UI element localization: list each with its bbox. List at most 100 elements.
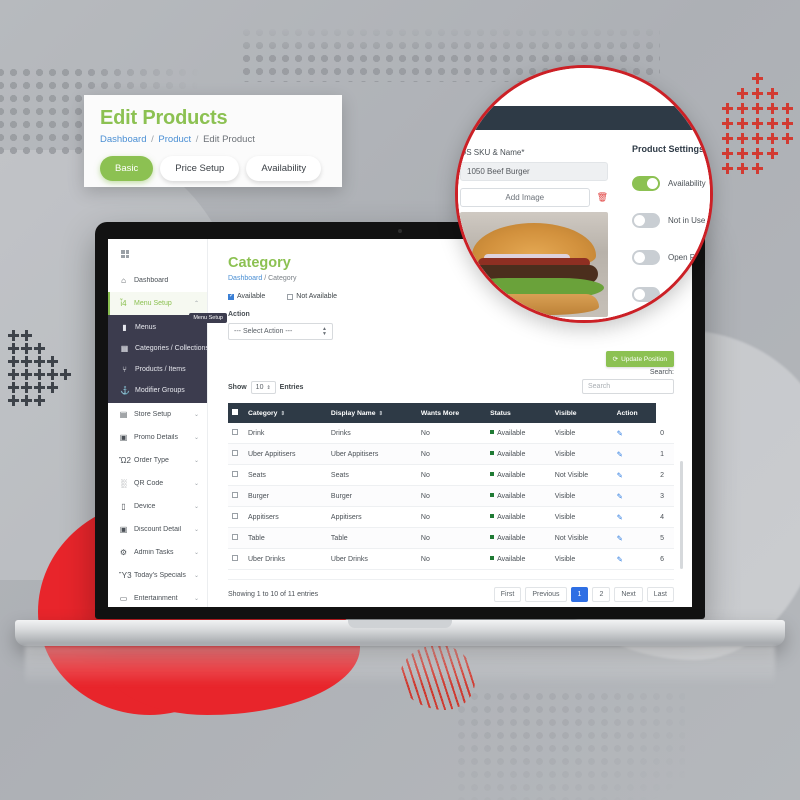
column-action[interactable]: Action <box>612 403 657 423</box>
submenu-item-products-items[interactable]: ⑂ Products / Items <box>108 359 207 380</box>
breadcrumb-product-link[interactable]: Product <box>158 134 191 145</box>
pagination-previous[interactable]: Previous <box>525 587 567 602</box>
pagination-first[interactable]: First <box>493 587 522 602</box>
sidebar-item-label: Menu Setup <box>134 300 172 307</box>
book-icon: ▮ <box>122 323 127 332</box>
row-checkbox[interactable] <box>232 513 238 519</box>
edit-icon[interactable]: ✎ <box>617 534 623 543</box>
row-checkbox[interactable] <box>232 534 238 540</box>
sidebar-item-dashboard[interactable]: ⌂ Dashboard <box>108 269 207 292</box>
toggle-availability[interactable] <box>632 176 660 191</box>
row-checkbox[interactable] <box>232 471 238 477</box>
pagination-next[interactable]: Next <box>614 587 643 602</box>
row-checkbox[interactable] <box>232 429 238 435</box>
toggle-label: N <box>668 290 674 299</box>
edit-icon[interactable]: ✎ <box>617 555 623 564</box>
not-available-checkbox[interactable] <box>287 293 294 300</box>
sidebar-item-today-s-specials[interactable]: Ὕ3 Today's Specials ⌄ <box>108 564 207 587</box>
breadcrumb-separator-1: / <box>151 134 154 145</box>
not-available-label: Not Available <box>296 293 338 300</box>
product-image <box>460 212 608 317</box>
sku-input[interactable]: 1050 Beef Burger <box>460 162 608 181</box>
sidebar-item-order-type[interactable]: Ὥ2 Order Type ⌄ <box>108 449 207 472</box>
table-row: Table Table No Available Not Visible ✎ 5 <box>228 527 674 549</box>
tab-price-setup[interactable]: Price Setup <box>160 156 240 181</box>
select-all-checkbox[interactable] <box>232 409 238 415</box>
sidebar-item-discount-detail[interactable]: ▣ Discount Detail ⌄ <box>108 518 207 541</box>
edit-icon[interactable]: ✎ <box>617 492 623 501</box>
chevron-down-icon: ⌄ <box>193 573 199 579</box>
status-dot <box>490 429 495 434</box>
available-checkbox[interactable] <box>228 292 234 300</box>
select-all-header[interactable] <box>228 403 244 423</box>
entries-label: Entries <box>279 384 304 391</box>
column-status[interactable]: Status <box>486 403 551 423</box>
sidebar-item-label: Store Setup <box>134 411 171 418</box>
cell-action: ✎ <box>612 443 657 465</box>
cell-visible: Visible <box>550 506 613 528</box>
category-table: Category ⇕ Display Name ⇕ Wants More Statu… <box>228 403 674 570</box>
toggle-open-p[interactable] <box>632 250 660 265</box>
row-select-cell[interactable] <box>228 485 244 507</box>
sidebar-item-entertainment[interactable]: ▭ Entertainment ⌄ <box>108 587 207 607</box>
column-wants-more[interactable]: Wants More <box>416 403 487 423</box>
column-display-name[interactable]: Display Name ⇕ <box>326 403 417 423</box>
tab-availability[interactable]: Availability <box>246 156 322 181</box>
pagination-last[interactable]: Last <box>646 587 674 602</box>
page-breadcrumb-dashboard[interactable]: Dashboard <box>228 275 262 282</box>
breadcrumb-dashboard-link[interactable]: Dashboard <box>100 134 146 145</box>
table-scrollbar[interactable] <box>680 461 683 569</box>
row-checkbox[interactable] <box>232 555 238 561</box>
cell-wants-more: No <box>416 527 487 549</box>
laptop-notch <box>348 620 452 628</box>
sidebar-item-promo-details[interactable]: ▣ Promo Details ⌄ <box>108 426 207 449</box>
edit-icon[interactable]: ✎ <box>617 471 623 480</box>
submenu-item-categories-collections[interactable]: ▦ Categories / Collections <box>108 338 209 359</box>
toggle-label: Open P <box>668 253 696 262</box>
search-input[interactable]: Search <box>582 379 674 394</box>
cell-category: Uber Appitisers <box>244 443 327 465</box>
column-visible[interactable]: Visible <box>550 403 613 423</box>
sidebar-item-qr-code[interactable]: ░ QR Code ⌄ <box>108 472 207 495</box>
sidebar-item-admin-tasks[interactable]: ⚙ Admin Tasks ⌄ <box>108 541 207 564</box>
row-checkbox[interactable] <box>232 492 238 498</box>
update-position-button[interactable]: ⟳ Update Position <box>605 351 674 367</box>
row-select-cell[interactable] <box>228 423 244 444</box>
cell-display-name: Uber Appitisers <box>326 443 417 465</box>
row-select-cell[interactable] <box>228 464 244 486</box>
magnified-topbar <box>458 106 710 130</box>
page-breadcrumb-sep: / <box>264 275 267 282</box>
submenu-item-modifier-groups[interactable]: ⚓ Modifier Groups <box>108 380 207 401</box>
status-text: Available <box>497 471 526 479</box>
pagination-1[interactable]: 1 <box>570 587 589 602</box>
edit-icon[interactable]: ✎ <box>617 429 623 438</box>
calendar-icon: Ὕ3 <box>119 571 132 580</box>
table-row: Uber Drinks Uber Drinks No Available Visible… <box>228 548 674 570</box>
sidebar-item-menu-setup[interactable]: ἷ4 Menu Setup ⌃ Menu Setup <box>108 292 227 323</box>
add-image-button[interactable]: Add Image <box>460 188 590 207</box>
row-checkbox[interactable] <box>232 450 238 456</box>
sidebar-toggle[interactable] <box>108 239 207 269</box>
column-category[interactable]: Category ⇕ <box>244 403 327 423</box>
filter-not-available[interactable]: Not Available <box>287 293 337 300</box>
page-length-select[interactable]: 10 ⇕ <box>250 381 276 394</box>
row-select-cell[interactable] <box>228 527 244 549</box>
sidebar-item-device[interactable]: ▯ Device ⌄ <box>108 495 207 518</box>
pagination-2[interactable]: 2 <box>592 587 611 602</box>
sidebar-item-store-setup[interactable]: ▤ Store Setup ⌄ <box>108 403 207 426</box>
row-select-cell[interactable] <box>228 506 244 528</box>
edit-products-tabs: Basic Price Setup Availability <box>100 156 328 181</box>
toggle-n[interactable] <box>632 287 660 302</box>
row-select-cell[interactable] <box>228 443 244 465</box>
cell-category: Seats <box>244 464 327 486</box>
toggle-not-in-use[interactable] <box>632 213 660 228</box>
tab-basic[interactable]: Basic <box>100 156 154 181</box>
edit-icon[interactable]: ✎ <box>617 513 623 522</box>
trash-icon[interactable]: 🗑 <box>597 192 608 203</box>
plus-pattern-red <box>722 58 800 180</box>
sidebar-item-label: QR Code <box>134 480 164 487</box>
filter-available[interactable]: Available <box>228 292 265 300</box>
action-select[interactable]: --- Select Action --- ▲ ▼ <box>228 323 333 340</box>
edit-icon[interactable]: ✎ <box>617 450 623 459</box>
row-select-cell[interactable] <box>228 548 244 570</box>
